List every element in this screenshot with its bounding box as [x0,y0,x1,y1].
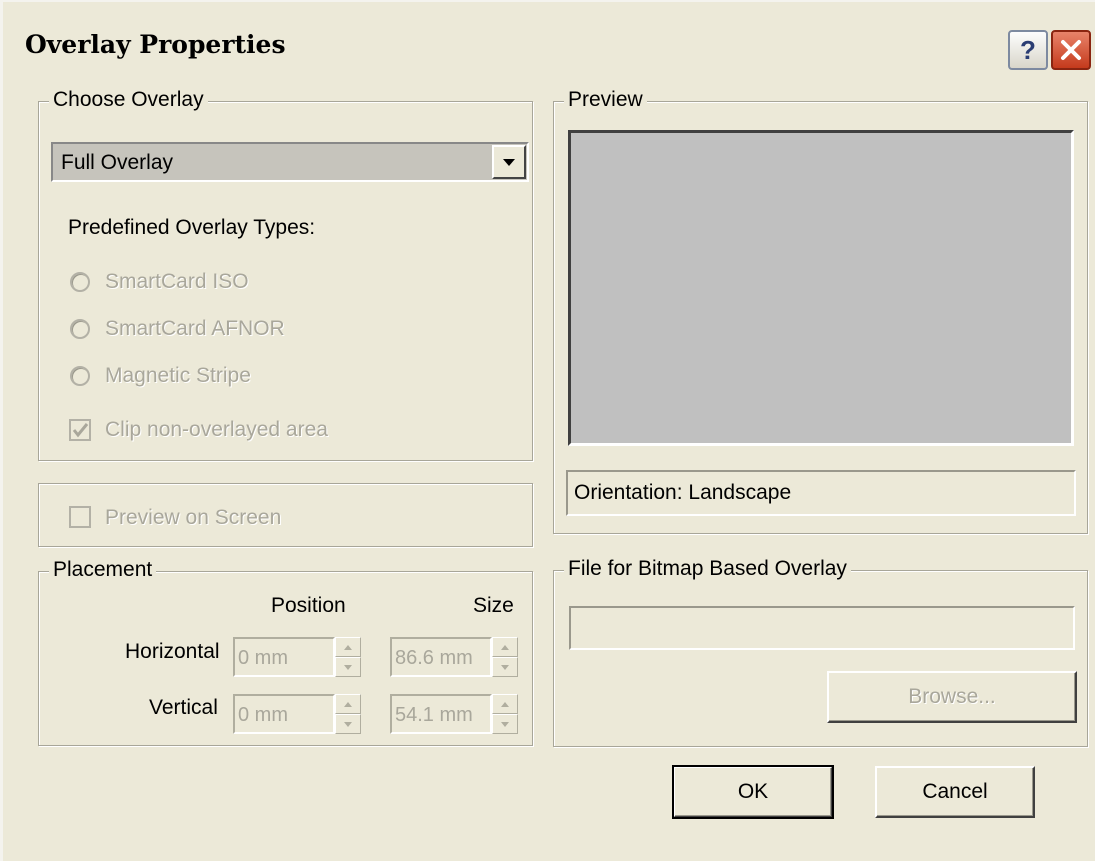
orientation-text: Orientation: Landscape [574,481,792,504]
radio-smartcard-iso[interactable] [70,272,90,292]
spin-down-icon[interactable] [492,714,518,734]
horizontal-size-value: 86.6 mm [395,647,473,669]
preview-on-screen-checkbox[interactable] [69,506,91,528]
help-icon: ? [1020,34,1036,65]
vertical-position-input[interactable]: 0 mm [233,694,335,734]
spin-up-icon[interactable] [335,637,361,657]
horizontal-position-spinner[interactable] [335,637,361,677]
radio-smartcard-iso-label: SmartCard ISO [105,270,249,293]
horizontal-position-input[interactable]: 0 mm [233,637,335,677]
bitmap-file-legend: File for Bitmap Based Overlay [564,557,851,581]
preview-area [568,130,1074,446]
vertical-label: Vertical [149,696,218,719]
title-bar: Overlay Properties ? [11,16,1091,76]
dropdown-button[interactable] [492,145,526,179]
preview-on-screen-label: Preview on Screen [105,506,282,529]
choose-overlay-legend: Choose Overlay [49,88,208,112]
spin-up-icon[interactable] [335,694,361,714]
overlay-type-select[interactable]: Full Overlay [51,142,529,182]
horizontal-size-spinner[interactable] [492,637,518,677]
radio-smartcard-afnor[interactable] [70,319,90,339]
radio-smartcard-afnor-label: SmartCard AFNOR [105,317,285,340]
overlay-properties-dialog: Overlay Properties ? Choose Overlay Full… [0,0,1095,861]
orientation-field: Orientation: Landscape [566,470,1076,516]
help-button[interactable]: ? [1008,30,1048,70]
close-icon [1061,40,1081,60]
horizontal-label: Horizontal [125,640,220,663]
placement-legend: Placement [49,558,157,582]
overlay-type-value: Full Overlay [61,151,174,174]
position-header: Position [271,594,346,617]
size-header: Size [473,594,514,617]
radio-magnetic-stripe-label: Magnetic Stripe [105,364,251,387]
vertical-size-value: 54.1 mm [395,704,473,726]
horizontal-size-input[interactable]: 86.6 mm [390,637,492,677]
cancel-button[interactable]: Cancel [875,766,1035,818]
spin-down-icon[interactable] [335,714,361,734]
radio-magnetic-stripe[interactable] [70,366,90,386]
browse-button[interactable]: Browse... [827,671,1077,723]
bitmap-file-path-input[interactable] [569,606,1075,650]
spin-down-icon[interactable] [492,657,518,677]
ok-button[interactable]: OK [672,765,834,819]
close-button[interactable] [1051,30,1091,70]
preview-legend: Preview [564,88,647,112]
vertical-size-input[interactable]: 54.1 mm [390,694,492,734]
vertical-position-value: 0 mm [238,704,288,726]
dialog-title: Overlay Properties [25,30,286,59]
predefined-types-label: Predefined Overlay Types: [68,216,316,239]
spin-down-icon[interactable] [335,657,361,677]
vertical-position-spinner[interactable] [335,694,361,734]
spin-up-icon[interactable] [492,637,518,657]
horizontal-position-value: 0 mm [238,647,288,669]
spin-up-icon[interactable] [492,694,518,714]
clip-checkbox-label: Clip non-overlayed area [105,418,328,441]
chevron-down-icon [503,159,515,166]
clip-checkbox[interactable] [69,419,91,441]
checkmark-icon [72,423,89,438]
vertical-size-spinner[interactable] [492,694,518,734]
